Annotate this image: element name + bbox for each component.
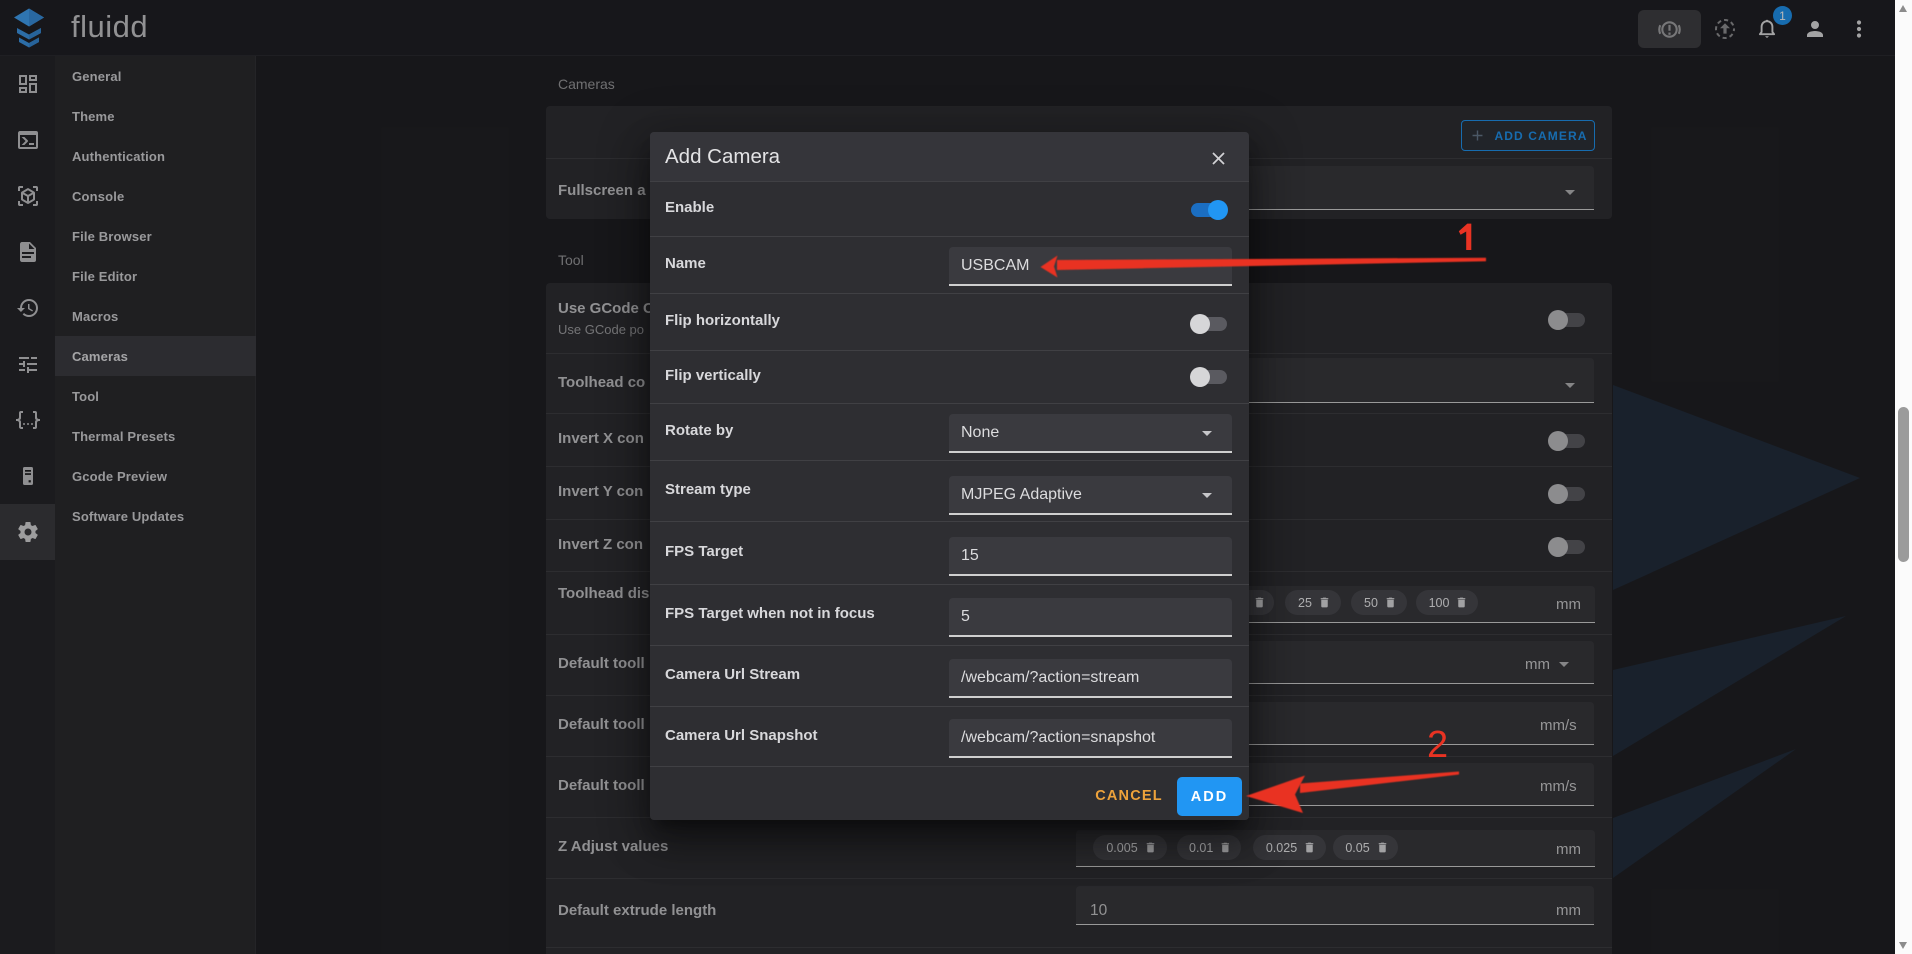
input-underline: [949, 574, 1232, 576]
dialog-label-camera-url-stream: Camera Url Stream: [665, 666, 800, 683]
camera-url-stream-input[interactable]: /webcam/?action=stream: [949, 659, 1232, 696]
dialog-label-enable: Enable: [665, 199, 714, 216]
rotate-by-select[interactable]: None: [949, 414, 1232, 451]
divider: [650, 645, 1249, 646]
dialog-label-stream-type: Stream type: [665, 481, 751, 498]
input-underline: [949, 756, 1232, 758]
divider: [650, 584, 1249, 585]
divider: [650, 293, 1249, 294]
dialog-label-camera-url-snapshot: Camera Url Snapshot: [665, 727, 818, 744]
name-input-value: USBCAM: [961, 247, 1029, 284]
input-underline: [949, 513, 1232, 515]
scrollbar-down-arrow[interactable]: [1899, 942, 1907, 949]
flip-horizontal-switch[interactable]: [1190, 313, 1228, 335]
input-underline: [949, 284, 1232, 286]
camera-url-snapshot-value: /webcam/?action=snapshot: [961, 719, 1155, 756]
dialog-label-fps-target-unfocused: FPS Target when not in focus: [665, 605, 875, 622]
divider: [650, 350, 1249, 351]
divider: [650, 236, 1249, 237]
input-underline: [949, 635, 1232, 637]
menu-down-icon: [1195, 483, 1219, 507]
dialog-label-rotate-by: Rotate by: [665, 422, 733, 439]
input-underline: [949, 451, 1232, 453]
switch-thumb: [1190, 314, 1210, 334]
fps-target-unfocused-input[interactable]: 5: [949, 598, 1232, 635]
input-underline: [949, 696, 1232, 698]
divider: [650, 181, 1249, 182]
dialog-label-flip-horizontally: Flip horizontally: [665, 312, 780, 329]
name-input[interactable]: USBCAM: [949, 247, 1232, 284]
divider: [650, 706, 1249, 707]
flip-vertical-switch[interactable]: [1190, 366, 1228, 388]
add-button[interactable]: ADD: [1177, 777, 1242, 816]
camera-url-snapshot-input[interactable]: /webcam/?action=snapshot: [949, 719, 1232, 756]
fps-target-unfocused-value: 5: [961, 598, 970, 635]
scrollbar-up-arrow[interactable]: [1899, 5, 1907, 12]
add-camera-dialog: Add Camera Enable Name USBCAM Flip horiz…: [650, 132, 1249, 820]
camera-url-stream-value: /webcam/?action=stream: [961, 659, 1139, 696]
scrollbar-thumb[interactable]: [1898, 407, 1909, 562]
cancel-button[interactable]: CANCEL: [1094, 782, 1164, 810]
rotate-by-value: None: [961, 414, 999, 451]
menu-down-icon: [1195, 421, 1219, 445]
divider: [650, 460, 1249, 461]
switch-thumb: [1190, 367, 1210, 387]
divider: [650, 766, 1249, 767]
fps-target-value: 15: [961, 537, 979, 574]
page-scrollbar[interactable]: [1895, 0, 1912, 954]
switch-thumb: [1208, 200, 1228, 220]
divider: [650, 521, 1249, 522]
dialog-label-name: Name: [665, 255, 706, 272]
dialog-label-fps-target: FPS Target: [665, 543, 743, 560]
dialog-label-flip-vertically: Flip vertically: [665, 367, 761, 384]
fps-target-input[interactable]: 15: [949, 537, 1232, 574]
divider: [650, 403, 1249, 404]
close-icon[interactable]: [1208, 148, 1229, 169]
stream-type-value: MJPEG Adaptive: [961, 476, 1082, 513]
enable-switch[interactable]: [1190, 199, 1228, 221]
dialog-title: Add Camera: [665, 145, 780, 169]
stream-type-select[interactable]: MJPEG Adaptive: [949, 476, 1232, 513]
